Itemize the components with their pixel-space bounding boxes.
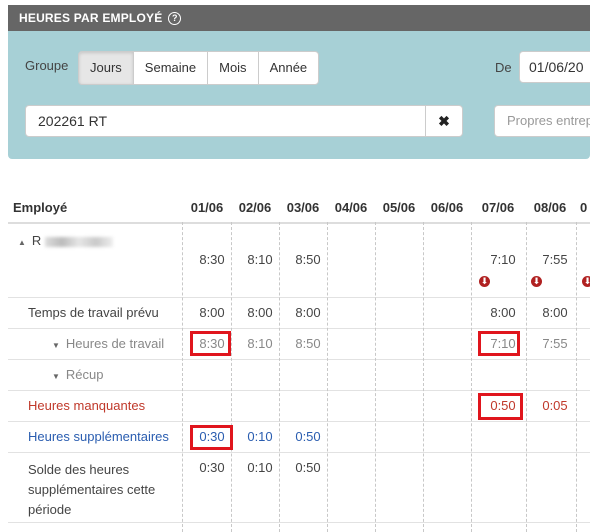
row-divider [8,297,590,298]
balance-label-line: période [28,502,72,517]
recup-label: Récup [65,367,104,382]
row-divider [8,390,590,391]
missing-cell: 0:05 [542,398,568,413]
total-cell: 8:10 [247,252,273,267]
date-header-5: 06/06 [430,200,464,215]
employee-row-toggle[interactable]: ▲ R [18,233,114,248]
column-divider [471,222,472,532]
recup-row-toggle[interactable]: ▼ Récup [52,367,104,382]
worked-row-toggle[interactable]: ▼ Heures de travail [52,336,164,351]
company-select[interactable]: Propres entrep [494,105,590,137]
close-icon[interactable]: ✖ [425,106,462,136]
planned-cell: 8:00 [295,305,321,320]
employee-column-header: Employé [13,200,68,215]
group-option-mois[interactable]: Mois [207,51,259,85]
total-cell: 7:10 [490,252,516,267]
overtime-cell: 0:50 [295,429,321,444]
planned-cell: 8:00 [542,305,568,320]
caret-down-icon: ▼ [52,341,60,350]
from-date-input[interactable]: 01/06/20 [519,51,590,83]
balance-cell: 0:50 [295,460,321,475]
worked-cell: 8:50 [295,336,321,351]
employee-name: R [31,233,42,248]
caret-down-icon: ▼ [52,372,60,381]
row-divider [8,421,590,422]
column-divider [576,222,577,532]
worked-label: Heures de travail [65,336,165,351]
group-option-semaine[interactable]: Semaine [132,51,209,85]
highlight-box [478,393,523,420]
highlight-box [478,331,520,356]
group-label: Groupe [25,58,69,73]
group-option-jours[interactable]: Jours [78,51,134,85]
column-divider [423,222,424,532]
worked-cell: 7:55 [542,336,568,351]
employee-search-input[interactable]: 202261 RT ✖ [25,105,463,137]
total-cell: 7:55 [542,252,568,267]
column-divider [231,222,232,532]
planned-label: Temps de travail prévu [28,305,159,320]
planned-cell: 8:00 [247,305,273,320]
group-segmented-control: Jours Semaine Mois Année [78,51,320,85]
column-divider [375,222,376,532]
header-divider [8,222,590,224]
worked-cell: 8:10 [247,336,273,351]
column-divider [526,222,527,532]
overtime-cell: 0:10 [247,429,273,444]
arrow-down-circle-icon: ⬇ [531,276,542,287]
planned-cell: 8:00 [199,305,225,320]
caret-up-icon: ▲ [18,238,26,247]
date-header-3: 04/06 [334,200,368,215]
date-header-6: 07/06 [481,200,515,215]
panel-title: HEURES PAR EMPLOYÉ [19,11,163,25]
date-header-1: 02/06 [238,200,272,215]
date-header-2: 03/06 [286,200,320,215]
group-option-annee[interactable]: Année [257,51,320,85]
balance-label: Solde des heures supplémentaires cette p… [28,460,155,520]
arrow-down-circle-icon: ⬇ [479,276,490,287]
date-header-0: 01/06 [190,200,224,215]
highlight-box [190,331,231,356]
row-divider [8,359,590,360]
balance-cell: 0:30 [199,460,225,475]
column-divider [279,222,280,532]
row-divider [8,452,590,453]
panel-header: HEURES PAR EMPLOYÉ ? [8,5,590,31]
help-circle-icon[interactable]: ? [168,11,182,25]
from-label: De [495,60,512,75]
balance-label-line: Solde des heures [28,462,130,477]
balance-label-line: supplémentaires cette [28,482,156,497]
row-divider [8,522,590,523]
balance-cell: 0:10 [247,460,273,475]
overtime-label: Heures supplémentaires [28,429,169,444]
total-cell: 8:50 [295,252,321,267]
blurred-name [45,236,114,247]
column-divider [327,222,328,532]
search-value: 202261 RT [38,113,108,129]
highlight-box [190,425,233,450]
date-header-8: 0 [580,200,588,215]
arrow-down-circle-icon: ⬇ [582,276,590,287]
column-divider [182,222,183,532]
planned-cell: 8:00 [490,305,516,320]
missing-label: Heures manquantes [28,398,146,413]
total-cell: 8:30 [199,252,225,267]
row-divider [8,328,590,329]
date-header-7: 08/06 [533,200,567,215]
date-header-4: 05/06 [382,200,416,215]
